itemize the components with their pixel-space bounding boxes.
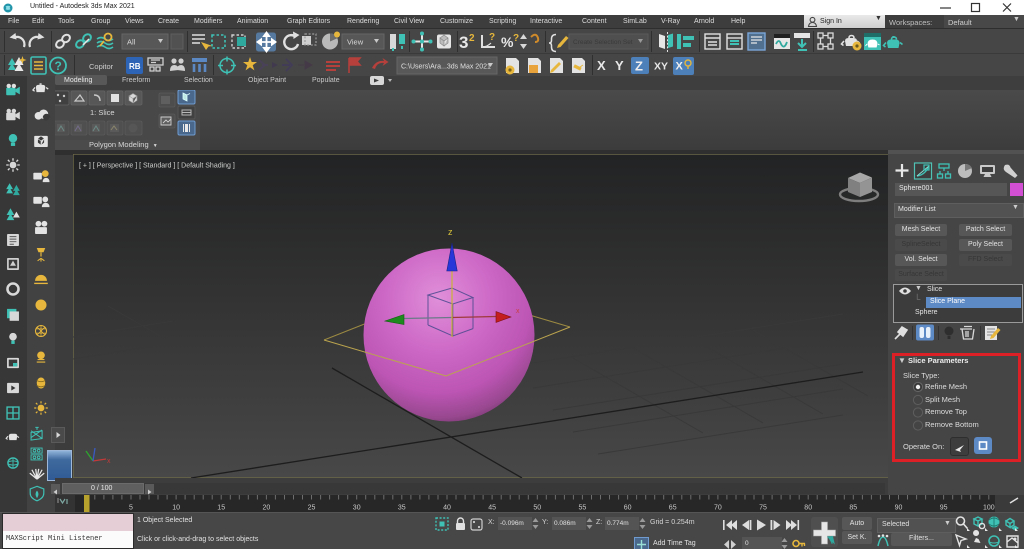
svg-text:40: 40 bbox=[443, 505, 451, 512]
svg-text:Create Selection Set: Create Selection Set bbox=[573, 39, 633, 46]
svg-text:65: 65 bbox=[669, 505, 677, 512]
svg-text:100: 100 bbox=[983, 505, 995, 512]
svg-text:Y: Y bbox=[615, 58, 624, 73]
svg-text:X: X bbox=[597, 58, 606, 73]
svg-text:X: X bbox=[676, 61, 684, 73]
svg-text:30: 30 bbox=[353, 505, 361, 512]
svg-text:85: 85 bbox=[849, 505, 857, 512]
svg-text:60: 60 bbox=[624, 505, 632, 512]
svg-text:10: 10 bbox=[172, 505, 180, 512]
svg-text:2: 2 bbox=[469, 33, 475, 44]
svg-text:80: 80 bbox=[804, 505, 812, 512]
svg-text:25: 25 bbox=[308, 505, 316, 512]
svg-text:20: 20 bbox=[263, 505, 271, 512]
svg-text:70: 70 bbox=[714, 505, 722, 512]
svg-text:?: ? bbox=[55, 59, 62, 73]
svg-text:90: 90 bbox=[895, 505, 903, 512]
svg-text:95: 95 bbox=[940, 505, 948, 512]
svg-text:x: x bbox=[107, 458, 111, 465]
svg-text:75: 75 bbox=[759, 505, 767, 512]
svg-text:55: 55 bbox=[579, 505, 587, 512]
svg-text:1: Slice: 1: Slice bbox=[90, 108, 115, 117]
svg-text:C:\Users\Ara...3ds Max 2021: C:\Users\Ara...3ds Max 2021 bbox=[401, 64, 491, 71]
svg-text:Z: Z bbox=[635, 59, 643, 74]
svg-text:Copitor: Copitor bbox=[89, 62, 114, 71]
svg-text:5: 5 bbox=[129, 505, 133, 512]
svg-text:z: z bbox=[448, 227, 453, 237]
svg-text:RB: RB bbox=[129, 62, 141, 71]
svg-text:?: ? bbox=[489, 32, 495, 43]
svg-text:15: 15 bbox=[217, 505, 225, 512]
svg-text:All: All bbox=[127, 38, 136, 47]
svg-text:XY: XY bbox=[654, 61, 668, 73]
svg-text:50: 50 bbox=[533, 505, 541, 512]
svg-text:View: View bbox=[347, 38, 364, 47]
svg-text:3: 3 bbox=[459, 33, 468, 52]
svg-text:45: 45 bbox=[488, 505, 496, 512]
svg-text:x: x bbox=[516, 308, 520, 315]
svg-text:35: 35 bbox=[398, 505, 406, 512]
svg-text:[ + ] [ Perspective ] [ Standa: [ + ] [ Perspective ] [ Standard ] [ Def… bbox=[79, 163, 235, 170]
svg-text:?: ? bbox=[513, 33, 519, 44]
